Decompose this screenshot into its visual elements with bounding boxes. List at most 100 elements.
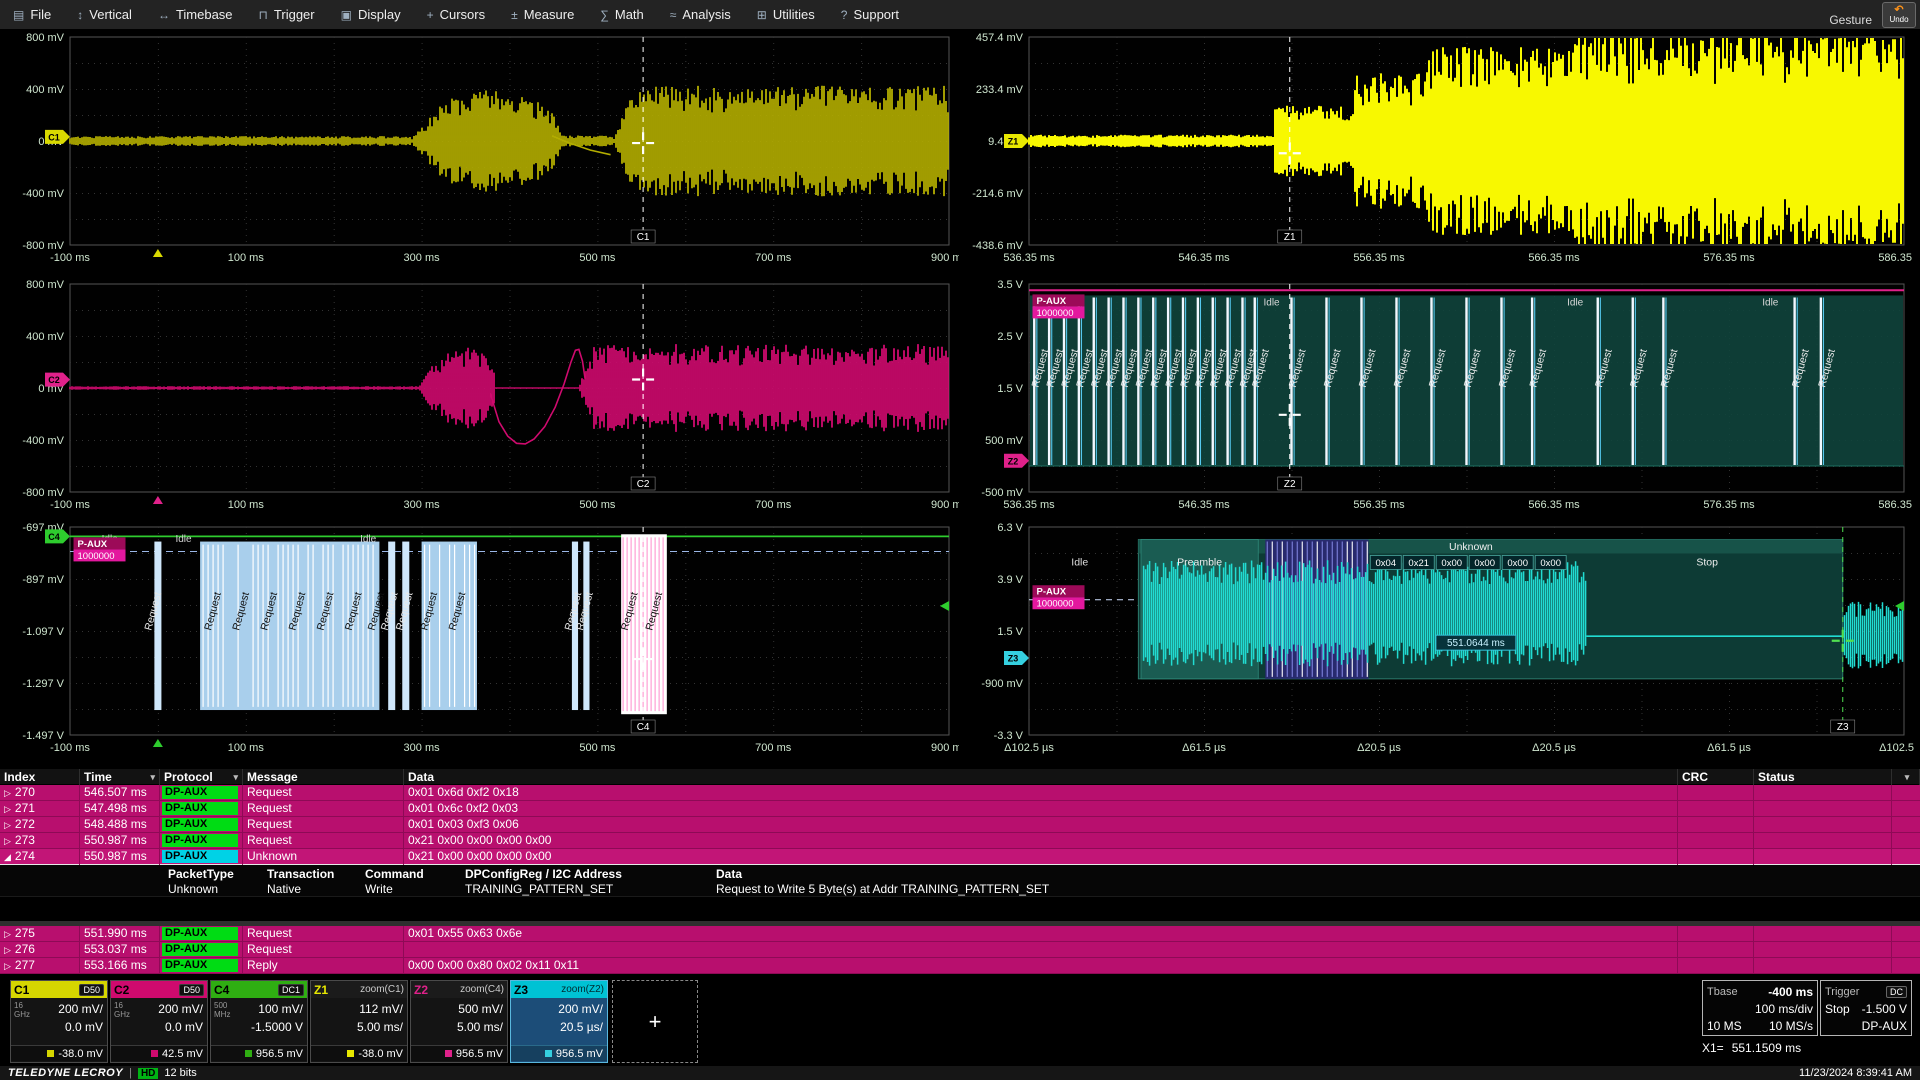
x-axis-label: Δ102.5 µs — [1879, 742, 1914, 754]
hd-mode-badge: HD — [138, 1068, 158, 1079]
waveform-panel-z3[interactable]: 6.3 V3.9 V1.5 V-900 mV-3.3 VΔ102.5 µsΔ61… — [963, 513, 1914, 765]
cell-crc — [1678, 785, 1754, 801]
menu-math[interactable]: ∑Math — [587, 0, 656, 29]
bus-badge-title: P-AUX — [78, 539, 108, 550]
cell-protocol: DP-AUX — [160, 942, 243, 958]
waveform-panel-z2[interactable]: 3.5 V2.5 V1.5 V500 mV-500 mV536.35 ms546… — [963, 270, 1914, 522]
menu-cursors[interactable]: +Cursors — [414, 0, 499, 29]
table-row-276[interactable]: ▷276553.037 msDP-AUXRequest — [0, 942, 1920, 958]
channel-descriptor-Z1[interactable]: Z1zoom(C1)112 mV/5.00 ms/-38.0 mV — [310, 980, 408, 1063]
bus-badge-title: P-AUX — [1037, 296, 1067, 307]
index-value: 271 — [15, 801, 35, 815]
menu-support[interactable]: ?Support — [828, 0, 912, 29]
descriptor-footer: -38.0 mV — [311, 1045, 407, 1061]
row-collapsed-icon[interactable]: ▷ — [4, 929, 11, 939]
table-header-menu-button[interactable]: ▾ — [1892, 769, 1920, 785]
descriptor-id: C2 — [114, 983, 129, 997]
level-marker-icon — [47, 1050, 54, 1057]
channel-descriptor-Z2[interactable]: Z2zoom(C4)500 mV/5.00 ms/956.5 mV — [410, 980, 508, 1063]
column-header-index[interactable]: Index — [0, 769, 80, 785]
cursor-readout: X1= 551.1509 ms — [1702, 1041, 1914, 1055]
table-row-270[interactable]: ▷270546.507 msDP-AUXRequest0x01 0x6d 0xf… — [0, 785, 1920, 801]
x-axis-label: 566.35 ms — [1528, 252, 1580, 264]
trigger-summary[interactable]: Trigger DC Stop -1.500 V DP-AUX — [1820, 980, 1912, 1036]
row-expanded-icon[interactable]: ◢ — [4, 852, 11, 862]
level-marker-icon — [545, 1050, 552, 1057]
menu-display[interactable]: ▣Display — [328, 0, 414, 29]
row-collapsed-icon[interactable]: ▷ — [4, 788, 11, 798]
row-collapsed-icon[interactable]: ▷ — [4, 945, 11, 955]
table-row-271[interactable]: ▷271547.498 msDP-AUXRequest0x01 0x6c 0xf… — [0, 801, 1920, 817]
detail-header: PacketType — [168, 867, 234, 881]
trigger-position-marker[interactable] — [153, 249, 163, 257]
channel-descriptor-C1[interactable]: C1D5016 GHz200 mV/0.0 mV-38.0 mV — [10, 980, 108, 1063]
trigger-level: -1.500 V — [1862, 1002, 1907, 1016]
x-axis-label: 500 ms — [579, 742, 616, 754]
channel-descriptor-Z3[interactable]: Z3zoom(Z2)200 mV/20.5 µs/956.5 mV — [510, 980, 608, 1063]
protocol-badge: DP-AUX — [162, 818, 238, 831]
cell-protocol: DP-AUX — [160, 849, 243, 865]
menu-vertical[interactable]: ↕Vertical — [64, 0, 145, 29]
trigger-position-marker[interactable] — [153, 496, 163, 504]
waveform-panel-c1[interactable]: 800 mV400 mV0 mV-400 mV-800 mV-100 ms100… — [4, 23, 959, 275]
cell-time: 553.037 ms — [80, 942, 160, 958]
waveform-panel-c4[interactable]: -697 mV-897 mV-1.097 V-1.297 V-1.497 V-1… — [4, 513, 959, 765]
row-collapsed-icon[interactable]: ▷ — [4, 804, 11, 814]
descriptor-body: 200 mV/20.5 µs/ — [511, 998, 607, 1045]
channel-descriptor-C2[interactable]: C2D5016 GHz200 mV/0.0 mV42.5 mV — [110, 980, 208, 1063]
cell-message: Request — [243, 801, 404, 817]
column-header-data[interactable]: Data — [404, 769, 1678, 785]
bus-badge-value: 1000000 — [1037, 599, 1074, 610]
table-row-275[interactable]: ▷275551.990 msDP-AUXRequest0x01 0x55 0x6… — [0, 926, 1920, 942]
x-axis-label: 700 ms — [755, 499, 792, 511]
column-header-label: Data — [408, 770, 434, 785]
menu-right: Gesture ↶ Undo — [1829, 0, 1916, 30]
detail-header: Transaction — [267, 867, 334, 881]
level-value: -38.0 mV — [58, 1048, 103, 1060]
menu-measure[interactable]: ±Measure — [498, 0, 587, 29]
cell-index: ▷277 — [0, 958, 80, 974]
column-header-message[interactable]: Message — [243, 769, 404, 785]
undo-button[interactable]: ↶ Undo — [1882, 2, 1916, 28]
table-row-272[interactable]: ▷272548.488 msDP-AUXRequest0x01 0x03 0xf… — [0, 817, 1920, 833]
menu-analysis[interactable]: ≈Analysis — [657, 0, 744, 29]
y-axis-label: -897 mV — [22, 574, 64, 586]
timebase-summary[interactable]: Tbase -400 ms 100 ms/div 10 MS 10 MS/s — [1702, 980, 1818, 1036]
menu-utilities[interactable]: ⊞Utilities — [744, 0, 828, 29]
timebase-sample-rate: 10 MS/s — [1769, 1019, 1813, 1033]
y-axis-label: -400 mV — [22, 435, 64, 447]
cursor-readout-value: 551.1509 ms — [1732, 1041, 1801, 1055]
table-row-273[interactable]: ▷273550.987 msDP-AUXRequest0x21 0x00 0x0… — [0, 833, 1920, 849]
index-value: 270 — [15, 785, 35, 799]
waveform-panel-c2[interactable]: 800 mV400 mV0 mV-400 mV-800 mV-100 ms100… — [4, 270, 959, 522]
menu-file[interactable]: ▤File — [0, 0, 64, 29]
trigger-position-marker[interactable] — [153, 739, 163, 747]
menu-trigger[interactable]: ⊓Trigger — [246, 0, 328, 29]
bandwidth-label: 16 GHz — [114, 1001, 130, 1019]
channel-descriptor-C4[interactable]: C4DC1500 MHz100 mV/-1.5000 V956.5 mV — [210, 980, 308, 1063]
row-collapsed-icon[interactable]: ▷ — [4, 820, 11, 830]
offset-value: 5.00 ms/ — [457, 1020, 503, 1034]
add-trace-button[interactable]: + — [612, 980, 698, 1063]
offset-value: 20.5 µs/ — [560, 1020, 603, 1034]
column-header-crc[interactable]: CRC — [1678, 769, 1754, 785]
cell-index: ▷ 271 — [0, 801, 80, 817]
menu-timebase[interactable]: ↔Timebase — [145, 0, 246, 29]
x-axis-label: Δ61.5 µs — [1707, 742, 1751, 754]
x-axis-label: 576.35 ms — [1703, 252, 1755, 264]
menu-label: Timebase — [176, 7, 233, 22]
waveform-panel-z1[interactable]: 457.4 mV233.4 mV9.4 mV-214.6 mV-438.6 mV… — [963, 23, 1914, 275]
descriptor-footer: 42.5 mV — [111, 1045, 207, 1061]
bus-badge-value: 1000000 — [1037, 308, 1074, 319]
column-header-time[interactable]: Time▾ — [80, 769, 160, 785]
decode-unknown-label: Unknown — [1449, 541, 1493, 553]
channel-tag-label: Z2 — [1008, 456, 1019, 466]
row-collapsed-icon[interactable]: ▷ — [4, 961, 11, 971]
row-collapsed-icon[interactable]: ▷ — [4, 836, 11, 846]
column-header-protocol[interactable]: Protocol▾ — [160, 769, 243, 785]
table-row-277[interactable]: ▷277553.166 msDP-AUXReply0x00 0x00 0x80 … — [0, 958, 1920, 974]
column-header-status[interactable]: Status — [1754, 769, 1892, 785]
detail-header: Command — [365, 867, 424, 881]
table-row-274[interactable]: ◢274550.987 msDP-AUXUnknown0x21 0x00 0x0… — [0, 849, 1920, 865]
cursor-label: C2 — [637, 479, 650, 490]
